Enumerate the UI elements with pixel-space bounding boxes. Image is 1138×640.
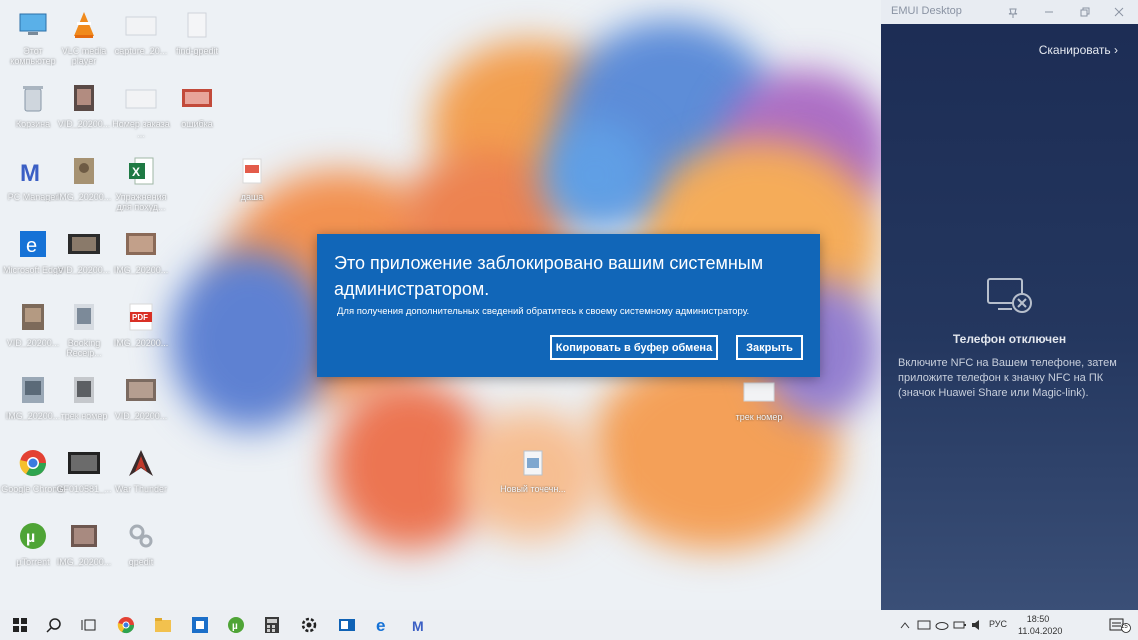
video-file-icon bbox=[67, 373, 101, 407]
scan-link[interactable]: Сканировать › bbox=[1039, 43, 1118, 57]
file-icon bbox=[180, 8, 214, 42]
emui-desktop-panel: EMUI Desktop Сканировать › Телефон отклю… bbox=[881, 0, 1138, 610]
svg-text:µ: µ bbox=[232, 621, 238, 632]
desktop-icon-gpedit[interactable]: gpedit bbox=[108, 515, 174, 587]
war-thunder-icon bbox=[124, 446, 158, 480]
error-image-icon bbox=[180, 81, 214, 115]
task-view-icon[interactable] bbox=[79, 615, 99, 635]
pdf-file-icon bbox=[235, 154, 269, 188]
phone-status-title: Телефон отключен bbox=[952, 332, 1067, 346]
desktop-icon-track-number[interactable]: трек номер bbox=[726, 370, 792, 442]
gpedit-icon bbox=[124, 519, 158, 553]
pc-manager-icon[interactable]: M bbox=[410, 615, 430, 635]
pdf-icon: PDF bbox=[124, 300, 158, 334]
video-file-icon bbox=[67, 300, 101, 334]
dialog-message: Для получения дополнительных сведений об… bbox=[337, 306, 750, 317]
desktop-icon-excel[interactable]: X Упражнения для похуд... bbox=[108, 150, 174, 222]
copy-to-clipboard-button[interactable]: Копировать в буфер обмена bbox=[550, 335, 718, 360]
minimize-icon[interactable] bbox=[1041, 4, 1057, 20]
network-icon[interactable] bbox=[917, 618, 931, 632]
svg-text:PDF: PDF bbox=[132, 313, 148, 322]
panel-titlebar: EMUI Desktop bbox=[881, 0, 1138, 24]
scan-label: Сканировать bbox=[1038, 43, 1111, 57]
input-language[interactable]: РУС bbox=[989, 619, 1007, 629]
search-icon[interactable] bbox=[44, 615, 64, 635]
restore-icon[interactable] bbox=[1077, 4, 1093, 20]
settings-icon[interactable] bbox=[299, 615, 319, 635]
clock-time: 18:50 bbox=[1026, 614, 1050, 624]
phone-disconnected-icon bbox=[984, 277, 1036, 317]
svg-text:e: e bbox=[376, 616, 385, 634]
pc-manager-icon: M bbox=[16, 154, 50, 188]
excel-icon: X bbox=[124, 154, 158, 188]
video-file-icon bbox=[67, 446, 101, 480]
image-file-icon bbox=[67, 154, 101, 188]
clock[interactable]: 18:50 11.04.2020 bbox=[1018, 613, 1063, 637]
panel-title: EMUI Desktop bbox=[891, 5, 962, 17]
cloud-icon[interactable] bbox=[935, 618, 949, 632]
bitmap-file-icon bbox=[516, 446, 550, 480]
volume-icon[interactable] bbox=[971, 618, 985, 632]
desktop-icon-find-gpedit[interactable]: find-gpedit bbox=[164, 4, 230, 76]
chrome-icon bbox=[16, 446, 50, 480]
this-pc-icon bbox=[16, 8, 50, 42]
video-file-icon bbox=[67, 81, 101, 115]
image-file-icon bbox=[124, 227, 158, 261]
close-icon[interactable] bbox=[1111, 4, 1127, 20]
chevron-right-icon: › bbox=[1114, 43, 1118, 57]
clock-date: 11.04.2020 bbox=[1018, 626, 1063, 636]
battery-icon[interactable] bbox=[953, 618, 967, 632]
outlook-mail-icon[interactable] bbox=[337, 615, 357, 635]
notification-count: 15 bbox=[1121, 624, 1128, 630]
pin-icon[interactable] bbox=[1005, 4, 1021, 20]
calculator-icon[interactable] bbox=[262, 615, 282, 635]
utorrent-icon[interactable]: µ bbox=[226, 615, 246, 635]
image-file-icon bbox=[16, 300, 50, 334]
outlook-icon[interactable] bbox=[190, 615, 210, 635]
folder-icon bbox=[742, 374, 776, 408]
desktop-icon-img[interactable]: VID_20200... bbox=[108, 369, 174, 441]
start-icon[interactable] bbox=[10, 615, 30, 635]
svg-text:M: M bbox=[20, 160, 40, 185]
folder-icon bbox=[124, 81, 158, 115]
edge-icon[interactable]: e bbox=[373, 615, 393, 635]
svg-text:X: X bbox=[132, 165, 140, 179]
vlc-icon bbox=[67, 8, 101, 42]
utorrent-icon: µ bbox=[16, 519, 50, 553]
image-file-icon bbox=[124, 373, 158, 407]
edge-icon: e bbox=[16, 227, 50, 261]
dialog-title: Это приложение заблокировано вашим систе… bbox=[334, 253, 764, 299]
image-file-icon bbox=[16, 373, 50, 407]
taskbar: µ e M РУС 18:50 11.04.2020 15 bbox=[0, 610, 1138, 640]
desktop-icon-booking-pdf[interactable]: PDF IMG_20200... bbox=[108, 296, 174, 368]
chrome-icon[interactable] bbox=[116, 615, 136, 635]
desktop-icon-error-image[interactable]: ошибка bbox=[164, 77, 230, 149]
recycle-bin-icon bbox=[16, 81, 50, 115]
blocked-app-dialog: Это приложение заблокировано вашим систе… bbox=[317, 234, 820, 377]
desktop-icon-war-thunder[interactable]: War Thunder bbox=[108, 442, 174, 514]
desktop-icon-new-bitmap[interactable]: Новый точечн... bbox=[500, 442, 566, 514]
desktop-icon-img[interactable]: IMG_20200... bbox=[108, 223, 174, 295]
close-button[interactable]: Закрыть bbox=[736, 335, 803, 360]
svg-text:M: M bbox=[412, 618, 424, 634]
phone-status-hint: Включите NFC на Вашем телефоне, затем пр… bbox=[898, 357, 1117, 399]
desktop-icon-dasha-pdf[interactable]: даша bbox=[219, 150, 285, 222]
video-file-icon bbox=[67, 227, 101, 261]
notifications-icon[interactable]: 15 bbox=[1108, 618, 1132, 633]
chevron-up-icon[interactable] bbox=[898, 618, 912, 632]
svg-text:µ: µ bbox=[26, 529, 35, 546]
folder-icon bbox=[124, 8, 158, 42]
file-explorer-icon[interactable] bbox=[153, 615, 173, 635]
image-file-icon bbox=[67, 519, 101, 553]
svg-text:e: e bbox=[26, 235, 37, 257]
